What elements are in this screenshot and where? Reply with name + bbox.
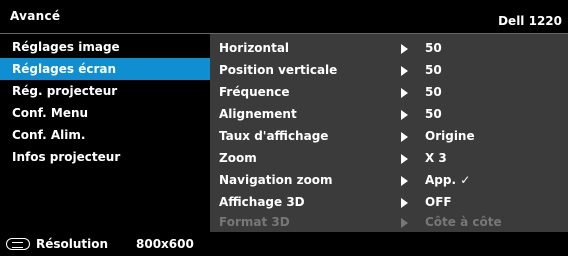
- setting-label: Alignement: [219, 107, 297, 121]
- setting-label: Navigation zoom: [219, 173, 333, 187]
- arrow-right-icon: [401, 44, 408, 54]
- arrow-right-icon: [401, 110, 408, 120]
- arrow-right-icon: [401, 132, 408, 142]
- osd-header: Avancé Dell 1220: [0, 0, 568, 32]
- setting-row-zoom[interactable]: Zoom X 3: [210, 146, 568, 168]
- setting-value: 50: [425, 41, 442, 55]
- setting-label: Fréquence: [219, 85, 290, 99]
- input-source-icon: [6, 238, 30, 250]
- status-bar: Résolution 800x600: [0, 232, 568, 256]
- menu-item-label: Conf. Alim.: [12, 128, 86, 142]
- arrow-right-icon: [401, 88, 408, 98]
- setting-label: Zoom: [219, 151, 257, 165]
- setting-row-affichage-3d[interactable]: Affichage 3D OFF: [210, 190, 568, 212]
- arrow-right-icon: [401, 154, 408, 164]
- menu-item-label: Rég. projecteur: [12, 84, 118, 98]
- setting-row-horizontal[interactable]: Horizontal 50: [210, 36, 568, 58]
- arrow-right-icon: [401, 218, 408, 228]
- arrow-right-icon: [401, 198, 408, 208]
- setting-label: Affichage 3D: [219, 195, 305, 209]
- arrow-right-icon: [401, 176, 408, 186]
- arrow-right-icon: [401, 66, 408, 76]
- setting-value: 50: [425, 107, 442, 121]
- setting-row-format-3d: Format 3D Côte à côte: [210, 210, 568, 232]
- menu-item-reg-projecteur[interactable]: Rég. projecteur: [0, 80, 210, 102]
- setting-label: Horizontal: [219, 41, 290, 55]
- setting-value: Origine: [425, 129, 475, 143]
- setting-row-alignement[interactable]: Alignement 50: [210, 102, 568, 124]
- menu-item-label: Réglages écran: [12, 62, 117, 76]
- main-menu: Réglages image Réglages écran Rég. proje…: [0, 34, 210, 232]
- projector-osd: Avancé Dell 1220 Réglages image Réglages…: [0, 0, 568, 256]
- settings-panel: Horizontal 50 Position verticale 50 Fréq…: [210, 34, 568, 232]
- menu-item-conf-alim[interactable]: Conf. Alim.: [0, 124, 210, 146]
- setting-row-navigation-zoom[interactable]: Navigation zoom App. ✓: [210, 168, 568, 190]
- setting-row-position-verticale[interactable]: Position verticale 50: [210, 58, 568, 80]
- setting-label: Taux d'affichage: [219, 129, 329, 143]
- resolution-label: Résolution: [36, 237, 109, 251]
- setting-value: Côte à côte: [425, 215, 502, 229]
- setting-value: 50: [425, 85, 442, 99]
- menu-item-reglages-image[interactable]: Réglages image: [0, 36, 210, 58]
- menu-item-conf-menu[interactable]: Conf. Menu: [0, 102, 210, 124]
- menu-item-label: Infos projecteur: [12, 150, 121, 164]
- setting-value: App. ✓: [425, 173, 471, 187]
- resolution-value: 800x600: [136, 237, 194, 251]
- setting-label: Format 3D: [219, 215, 290, 229]
- setting-value: OFF: [425, 195, 452, 209]
- setting-label: Position verticale: [219, 63, 338, 77]
- menu-item-label: Réglages image: [12, 40, 120, 54]
- setting-value: 50: [425, 63, 442, 77]
- menu-item-reglages-ecran[interactable]: Réglages écran: [0, 58, 210, 80]
- menu-item-label: Conf. Menu: [12, 106, 89, 120]
- setting-value: X 3: [425, 151, 447, 165]
- setting-row-frequence[interactable]: Fréquence 50: [210, 80, 568, 102]
- menu-item-infos-projecteur[interactable]: Infos projecteur: [0, 146, 210, 168]
- setting-row-taux-affichage[interactable]: Taux d'affichage Origine: [210, 124, 568, 146]
- model-name: Dell 1220: [498, 14, 562, 28]
- page-title: Avancé: [10, 9, 61, 23]
